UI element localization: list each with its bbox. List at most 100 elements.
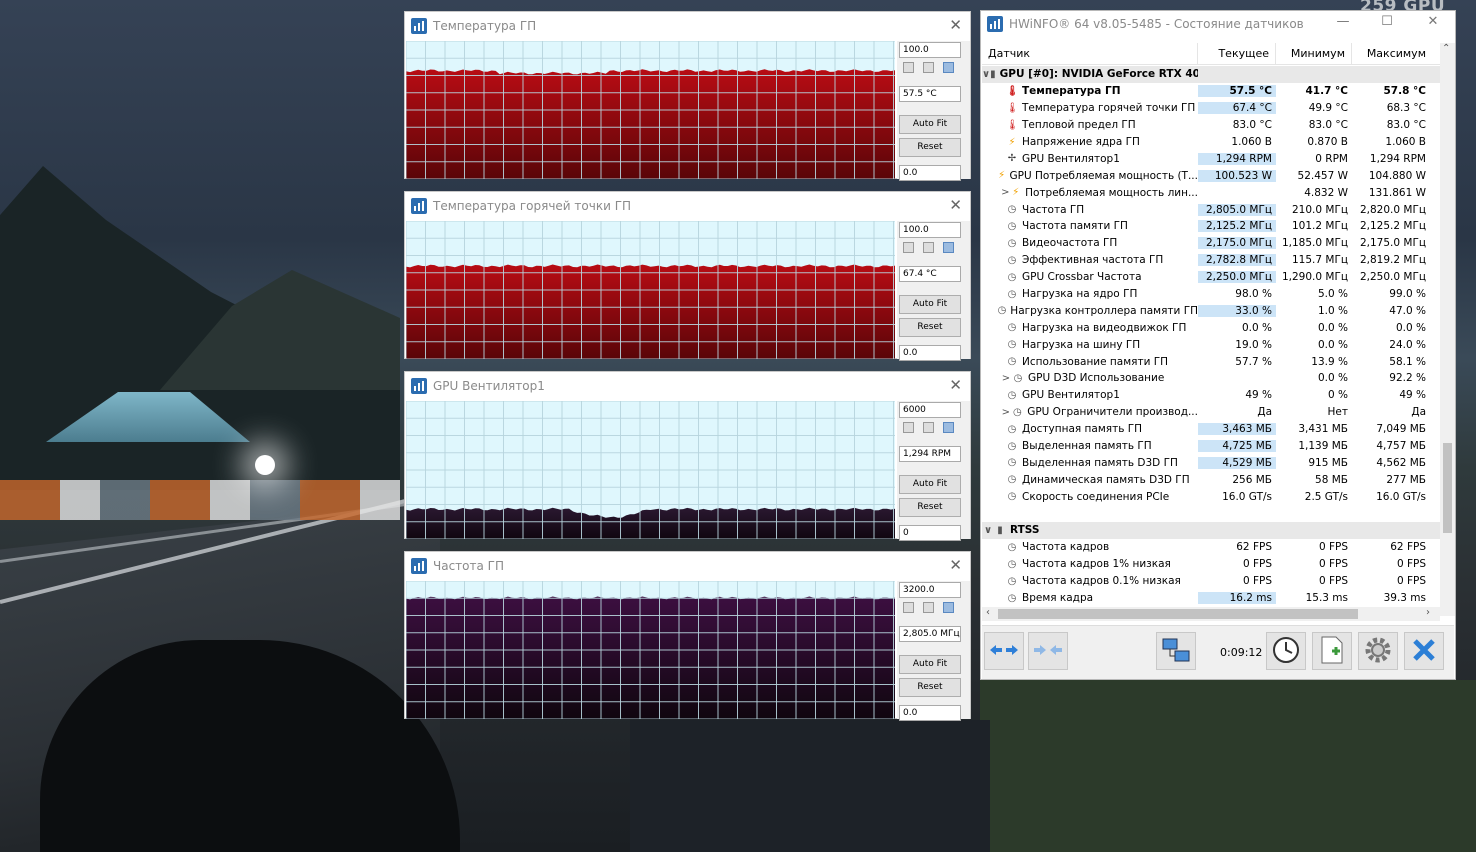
graph-min-field[interactable]: 0: [899, 525, 961, 541]
scroll-right-icon[interactable]: ›: [1426, 607, 1430, 618]
graph-min-field[interactable]: 0.0: [899, 705, 961, 721]
sensor-row[interactable]: > ◷ GPU Ограничители производ... Да Нет Да: [982, 404, 1440, 421]
close-icon[interactable]: ✕: [949, 556, 962, 574]
graph-max-field[interactable]: 100.0: [899, 222, 961, 238]
collapse-button[interactable]: [1028, 632, 1068, 670]
checkbox[interactable]: [943, 422, 954, 433]
sensor-max: 57.8 °C: [1383, 85, 1426, 98]
column-minimum[interactable]: Минимум: [1276, 43, 1352, 64]
checkbox[interactable]: [943, 602, 954, 613]
sensor-row[interactable]: ◷ Частота кадров 1% низкая 0 FPS 0 FPS 0 …: [982, 556, 1440, 573]
checkbox[interactable]: [943, 62, 954, 73]
sensor-row[interactable]: ⚡ Напряжение ядра ГП 1.060 В 0.870 В 1.06…: [982, 134, 1440, 151]
scroll-left-icon[interactable]: ‹: [986, 607, 990, 618]
sensor-row[interactable]: 🌡 Температура ГП 57.5 °C 41.7 °C 57.8 °C: [982, 83, 1440, 100]
horizontal-scrollbar[interactable]: ‹ ›: [982, 607, 1440, 621]
sensor-row[interactable]: ◷ Время кадра 16.2 ms 15.3 ms 39.3 ms: [982, 590, 1440, 607]
sensor-row[interactable]: > ⚡ Потребляемая мощность лин... 4.832 W 1…: [982, 184, 1440, 201]
scroll-up-icon[interactable]: ⌃: [1442, 43, 1450, 54]
chevron-down-icon[interactable]: ∨: [982, 525, 994, 536]
auto-fit-button[interactable]: Auto Fit: [899, 115, 961, 134]
graph-title-bar[interactable]: GPU Вентилятор1: [405, 372, 970, 400]
close-icon[interactable]: ✕: [949, 196, 962, 214]
minimize-icon[interactable]: —: [1333, 14, 1353, 29]
graph-max-field[interactable]: 3200.0: [899, 582, 961, 598]
reset-button[interactable]: Reset: [899, 678, 961, 697]
sensor-row[interactable]: ◷ Выделенная память D3D ГП 4,529 МБ 915 М…: [982, 454, 1440, 471]
checkbox[interactable]: [903, 62, 914, 73]
sensor-row[interactable]: 🌡 Тепловой предел ГП 83.0 °C 83.0 °C 83.0…: [982, 117, 1440, 134]
graph-min-field[interactable]: 0.0: [899, 345, 961, 361]
sensor-row[interactable]: ◷ Доступная память ГП 3,463 МБ 3,431 МБ 7…: [982, 421, 1440, 438]
sensor-name: Частота ГП: [1022, 203, 1085, 216]
network-button[interactable]: [1156, 632, 1196, 670]
sensor-row[interactable]: ◷ Скорость соединения PCIe 16.0 GT/s 2.5 …: [982, 488, 1440, 505]
sensor-row[interactable]: > ◷ GPU D3D Использование 0.0 % 92.2 %: [982, 370, 1440, 387]
sensor-current: 33.0 %: [1198, 304, 1276, 317]
checkbox[interactable]: [923, 422, 934, 433]
sensor-row[interactable]: ◷ Нагрузка на видеодвижок ГП 0.0 % 0.0 % …: [982, 319, 1440, 336]
graph-min-field[interactable]: 0.0: [899, 165, 961, 181]
close-icon[interactable]: ✕: [1423, 14, 1443, 29]
close-icon[interactable]: ✕: [949, 376, 962, 394]
settings-button[interactable]: [1358, 632, 1398, 670]
vertical-scrollbar[interactable]: ⌃: [1440, 43, 1455, 616]
graph-title-bar[interactable]: Частота ГП: [405, 552, 970, 580]
scroll-thumb[interactable]: [998, 609, 1358, 619]
auto-fit-button[interactable]: Auto Fit: [899, 475, 961, 494]
reset-button[interactable]: Reset: [899, 498, 961, 517]
checkbox[interactable]: [923, 62, 934, 73]
graph-title-bar[interactable]: Температура горячей точки ГП: [405, 192, 970, 220]
checkbox[interactable]: [903, 422, 914, 433]
sensor-row[interactable]: ✢ GPU Вентилятор1 1,294 RPM 0 RPM 1,294 R…: [982, 150, 1440, 167]
checkbox[interactable]: [903, 602, 914, 613]
auto-fit-button[interactable]: Auto Fit: [899, 295, 961, 314]
sensor-row[interactable]: ◷ Видеочастота ГП 2,175.0 МГц 1,185.0 МГц…: [982, 235, 1440, 252]
clock-button[interactable]: [1266, 632, 1306, 670]
graph-current-field: 1,294 RPM: [899, 446, 961, 462]
sensor-row[interactable]: ◷ GPU Вентилятор1 49 % 0 % 49 %: [982, 387, 1440, 404]
checkbox[interactable]: [943, 242, 954, 253]
sensor-row[interactable]: ◷ Использование памяти ГП 57.7 % 13.9 % 5…: [982, 353, 1440, 370]
sensor-row[interactable]: 🌡 Температура горячей точки ГП 67.4 °C 49…: [982, 100, 1440, 117]
chevron-right-icon[interactable]: >: [1000, 407, 1012, 418]
sensor-min: 0 %: [1328, 389, 1348, 402]
sensor-row[interactable]: ◷ Частота кадров 62 FPS 0 FPS 62 FPS: [982, 539, 1440, 556]
prev-next-button[interactable]: [984, 632, 1024, 670]
graph-max-field[interactable]: 6000: [899, 402, 961, 418]
reset-button[interactable]: Reset: [899, 318, 961, 337]
sensor-row[interactable]: ◷ Динамическая память D3D ГП 256 МБ 58 МБ…: [982, 471, 1440, 488]
sensor-row[interactable]: ◷ Эффективная частота ГП 2,782.8 МГц 115.…: [982, 252, 1440, 269]
column-sensor[interactable]: Датчик: [982, 43, 1198, 64]
sensor-group-row[interactable]: ∨ ▮ RTSS: [982, 522, 1440, 539]
sensor-row[interactable]: ◷ Частота памяти ГП 2,125.2 МГц 101.2 МГц…: [982, 218, 1440, 235]
close-button[interactable]: [1404, 632, 1444, 670]
column-maximum[interactable]: Максимум: [1352, 43, 1432, 64]
report-button[interactable]: [1312, 632, 1352, 670]
checkbox[interactable]: [923, 242, 934, 253]
sensor-row[interactable]: ◷ Нагрузка контроллера памяти ГП 33.0 % 1…: [982, 302, 1440, 319]
checkbox[interactable]: [923, 602, 934, 613]
graph-title-bar[interactable]: Температура ГП: [405, 12, 970, 40]
sensor-row[interactable]: ◷ Нагрузка на шину ГП 19.0 % 0.0 % 24.0 %: [982, 336, 1440, 353]
auto-fit-button[interactable]: Auto Fit: [899, 655, 961, 674]
sensor-row[interactable]: [982, 505, 1440, 522]
clock-icon: ◷: [1007, 271, 1017, 283]
sensor-row[interactable]: ◷ Нагрузка на ядро ГП 98.0 % 5.0 % 99.0 %: [982, 286, 1440, 303]
sensor-row[interactable]: ◷ GPU Crossbar Частота 2,250.0 МГц 1,290.…: [982, 269, 1440, 286]
sensor-row[interactable]: ◷ Частота ГП 2,805.0 МГц 210.0 МГц 2,820.…: [982, 201, 1440, 218]
scroll-thumb[interactable]: [1443, 443, 1452, 533]
chevron-right-icon[interactable]: >: [1000, 373, 1012, 384]
sensor-row[interactable]: ⚡ GPU Потребляемая мощность (Т... 100.523…: [982, 167, 1440, 184]
sensor-row[interactable]: ◷ Выделенная память ГП 4,725 МБ 1,139 МБ …: [982, 438, 1440, 455]
graph-max-field[interactable]: 100.0: [899, 42, 961, 58]
column-current[interactable]: Текущее: [1198, 43, 1276, 64]
maximize-icon[interactable]: ☐: [1377, 14, 1397, 29]
chevron-down-icon[interactable]: ∨: [982, 69, 990, 80]
close-icon[interactable]: ✕: [949, 16, 962, 34]
reset-button[interactable]: Reset: [899, 138, 961, 157]
checkbox[interactable]: [903, 242, 914, 253]
chevron-right-icon[interactable]: >: [1000, 187, 1011, 198]
sensor-group-row[interactable]: ∨ ▮ GPU [#0]: NVIDIA GeForce RTX 4060: [982, 66, 1440, 83]
sensor-row[interactable]: ◷ Частота кадров 0.1% низкая 0 FPS 0 FPS …: [982, 573, 1440, 590]
